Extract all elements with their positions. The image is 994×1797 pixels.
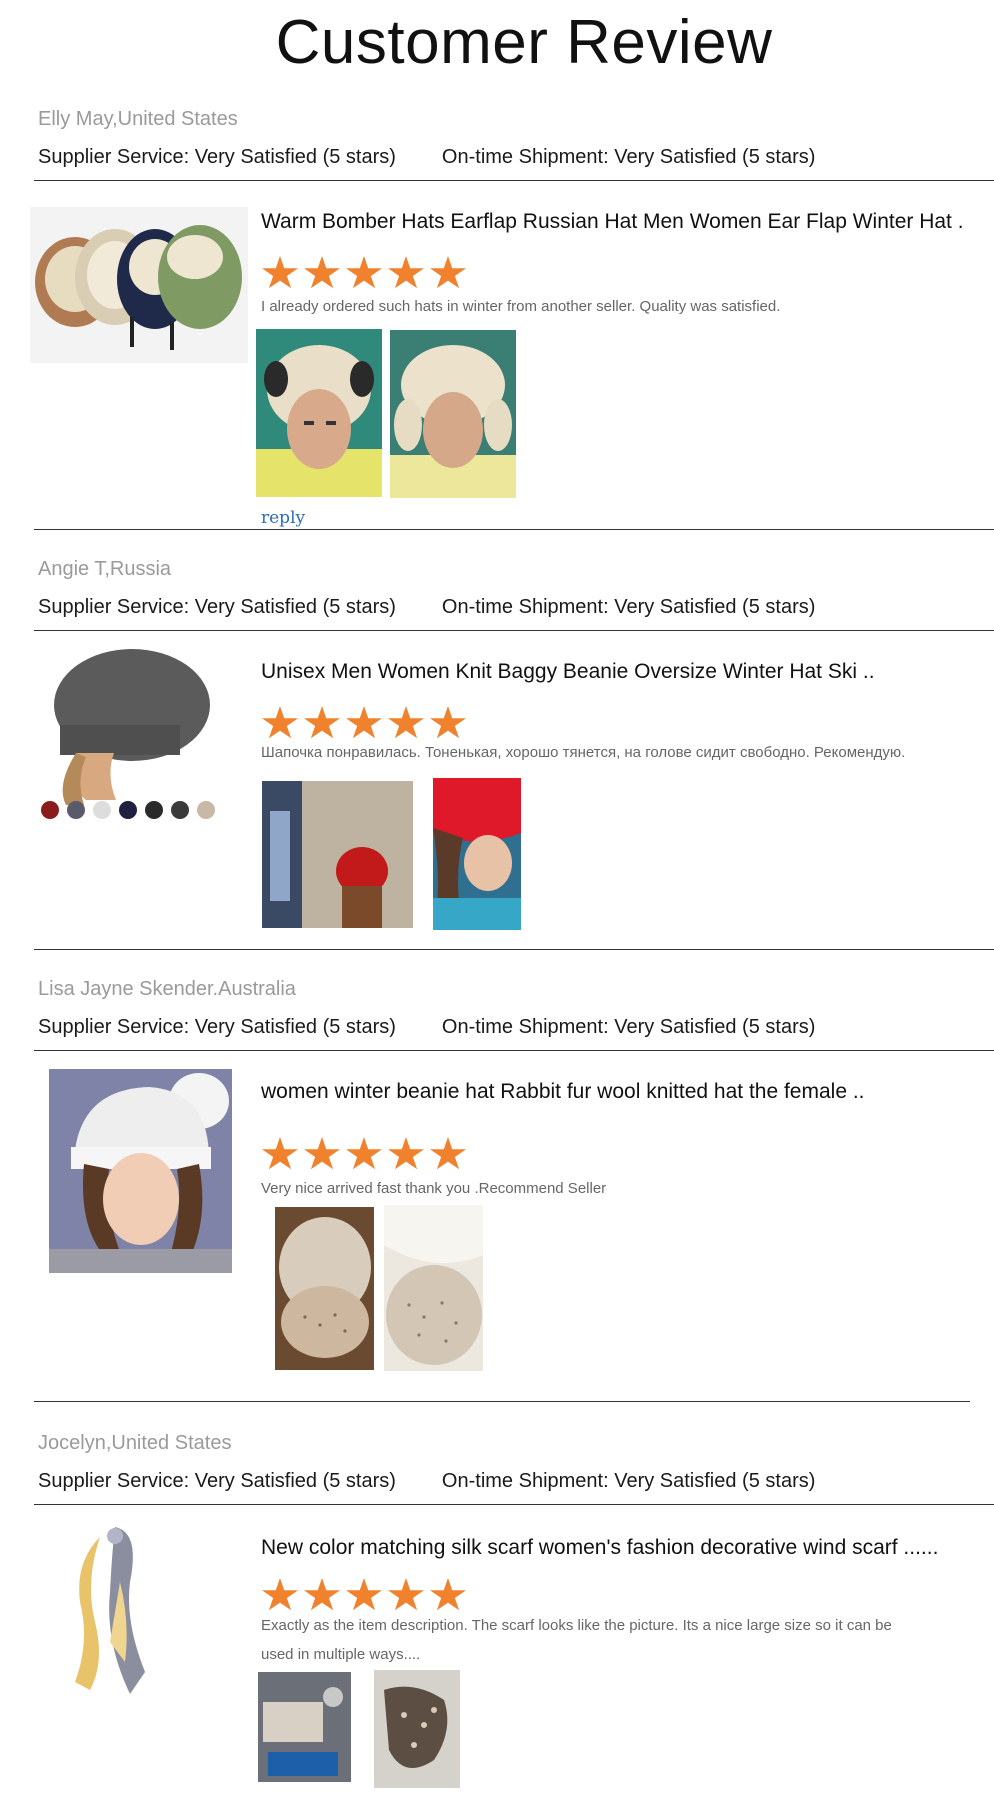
reviewer-name: Lisa Jayne Skender.Australia [38,978,296,1000]
divider [34,529,994,530]
review-photo[interactable] [262,781,413,928]
star-icon [346,256,382,289]
shipment-rating: On-time Shipment: Very Satisfied (5 star… [441,1470,816,1492]
supplier-service-rating: Supplier Service: Very Satisfied (5 star… [38,146,396,168]
review-photo[interactable] [433,778,521,930]
star-icon [346,1578,382,1611]
supplier-service-rating: Supplier Service: Very Satisfied (5 star… [38,596,396,618]
star-icon [430,706,466,739]
review-photo[interactable] [258,1672,351,1782]
star-rating [262,1578,466,1612]
product-thumbnail[interactable] [36,645,224,823]
page-title: Customer Review [275,8,773,77]
star-icon [388,1578,424,1611]
shipment-rating: On-time Shipment: Very Satisfied (5 star… [441,146,816,168]
star-icon [304,256,340,289]
customer-photo-image [433,778,521,930]
rabbit-fur-beanie-image [49,1069,232,1273]
product-title[interactable]: Warm Bomber Hats Earflap Russian Hat Men… [261,210,964,234]
star-icon [262,706,298,739]
review-photo[interactable] [256,329,382,497]
product-thumbnail[interactable] [49,1069,232,1273]
star-icon [388,1137,424,1170]
review-photo[interactable] [374,1670,460,1788]
review-photo[interactable] [275,1207,374,1370]
reviewer-name: Elly May,United States [38,108,238,130]
star-icon [430,256,466,289]
star-icon [304,1578,340,1611]
customer-photo-image [275,1207,374,1370]
review-comment-line: used in multiple ways.... [261,1646,421,1663]
divider [34,630,994,631]
customer-photo-image [256,329,382,497]
star-icon [304,1137,340,1170]
product-title[interactable]: Unisex Men Women Knit Baggy Beanie Overs… [261,660,875,684]
shipment-rating: On-time Shipment: Very Satisfied (5 star… [441,596,816,618]
star-icon [262,1578,298,1611]
product-title[interactable]: New color matching silk scarf women's fa… [261,1536,938,1560]
customer-photo-image [384,1205,483,1371]
customer-photo-image [390,330,516,498]
product-thumbnail[interactable] [70,1522,170,1700]
star-icon [262,256,298,289]
star-rating [262,1137,466,1171]
product-thumbnail[interactable] [30,207,248,363]
review-photo[interactable] [384,1205,483,1371]
customer-photo-image [258,1672,351,1782]
rating-summary: Supplier Service: Very Satisfied (5 star… [38,596,815,619]
star-rating [262,256,466,290]
bomber-hats-image [30,207,248,363]
star-icon [262,1137,298,1170]
review-photo[interactable] [390,330,516,498]
review-comment: Very nice arrived fast thank you .Recomm… [261,1180,607,1197]
reply-link[interactable]: reply [261,508,305,528]
knit-beanie-image [36,645,224,823]
silk-scarf-image [70,1522,170,1700]
divider [34,1401,970,1402]
star-icon [430,1137,466,1170]
supplier-service-rating: Supplier Service: Very Satisfied (5 star… [38,1016,396,1038]
supplier-service-rating: Supplier Service: Very Satisfied (5 star… [38,1470,396,1492]
rating-summary: Supplier Service: Very Satisfied (5 star… [38,1470,815,1493]
star-icon [430,1578,466,1611]
divider [34,1050,994,1051]
divider [34,1504,994,1505]
divider [34,949,994,950]
star-icon [388,706,424,739]
customer-photo-image [374,1670,460,1788]
reviewer-name: Jocelyn,United States [38,1432,232,1454]
product-title[interactable]: women winter beanie hat Rabbit fur wool … [261,1080,865,1104]
star-icon [346,706,382,739]
star-icon [388,256,424,289]
review-comment: Шапочка понравилась. Тоненькая, хорошо т… [261,744,906,761]
star-rating [262,706,466,740]
review-comment: I already ordered such hats in winter fr… [261,298,781,315]
customer-photo-image [262,781,413,928]
star-icon [304,706,340,739]
reviewer-name: Angie T,Russia [38,558,172,580]
divider [34,180,994,181]
rating-summary: Supplier Service: Very Satisfied (5 star… [38,1016,815,1039]
rating-summary: Supplier Service: Very Satisfied (5 star… [38,146,815,169]
shipment-rating: On-time Shipment: Very Satisfied (5 star… [441,1016,816,1038]
review-comment-line: Exactly as the item description. The sca… [261,1617,892,1634]
star-icon [346,1137,382,1170]
